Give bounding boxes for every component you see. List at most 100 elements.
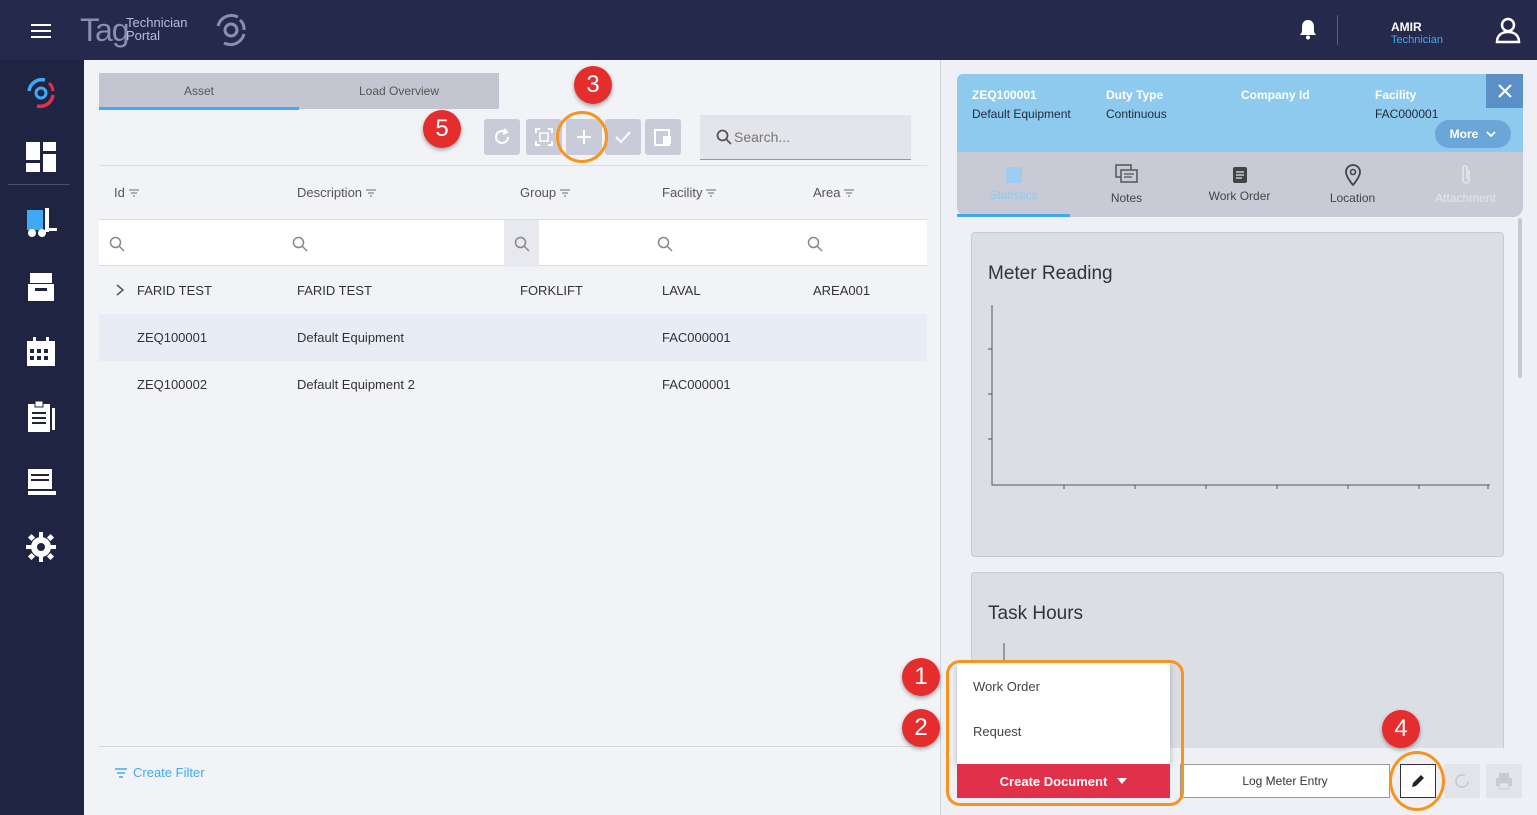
user-name: AMIR bbox=[1391, 20, 1422, 34]
highlight-add-button bbox=[556, 111, 608, 163]
column-header-group[interactable]: Group bbox=[520, 185, 571, 200]
highlight-create-document bbox=[946, 660, 1184, 806]
statistics-icon bbox=[1005, 167, 1022, 183]
column-filter-icon bbox=[366, 188, 377, 197]
cell-area: AREA001 bbox=[813, 283, 871, 298]
work-order-icon bbox=[1232, 167, 1247, 183]
detail-field-label: Company Id bbox=[1241, 88, 1310, 102]
search-icon bbox=[109, 236, 125, 252]
column-header-id[interactable]: Id bbox=[114, 185, 139, 200]
more-button[interactable]: More bbox=[1435, 120, 1511, 148]
sidebar-reports-icon[interactable] bbox=[22, 463, 60, 501]
cell-facility: FAC000001 bbox=[662, 377, 731, 392]
create-filter-link[interactable]: Create Filter bbox=[115, 765, 205, 780]
user-role: Technician bbox=[1391, 34, 1443, 46]
annotation-badge-5: 5 bbox=[423, 110, 461, 148]
annotation-badge-3: 3 bbox=[574, 66, 612, 104]
table-row-selected[interactable]: ZEQ100001 Default Equipment FAC000001 bbox=[99, 314, 927, 361]
highlight-edit-button bbox=[1389, 751, 1445, 811]
sidebar-divider bbox=[8, 184, 70, 185]
tab-location[interactable]: Location bbox=[1296, 152, 1409, 217]
location-icon bbox=[1344, 164, 1361, 186]
tab-work-order[interactable]: Work Order bbox=[1183, 152, 1296, 217]
column-filter-icon bbox=[706, 188, 717, 197]
detail-field-label: Duty Type bbox=[1106, 88, 1164, 102]
tab-notes[interactable]: Notes bbox=[1070, 152, 1183, 217]
log-meter-entry-button[interactable]: Log Meter Entry bbox=[1180, 764, 1390, 798]
footer-divider bbox=[99, 746, 927, 747]
logo-swirl-icon bbox=[216, 13, 246, 47]
cell-facility: LAVAL bbox=[662, 283, 701, 298]
sync-button[interactable] bbox=[1444, 764, 1480, 798]
confirm-button[interactable] bbox=[605, 119, 641, 155]
column-filter-icon bbox=[128, 188, 139, 197]
close-detail-button[interactable] bbox=[1486, 74, 1523, 108]
sidebar-inbox-icon[interactable] bbox=[22, 268, 60, 306]
filter-description-input[interactable] bbox=[282, 220, 504, 267]
filter-icon bbox=[115, 767, 127, 778]
column-header-facility[interactable]: Facility bbox=[662, 185, 717, 200]
sidebar-calendar-icon[interactable] bbox=[22, 333, 60, 371]
notification-bell-icon[interactable] bbox=[1298, 18, 1318, 40]
sidebar-dashboard-icon[interactable] bbox=[22, 138, 60, 176]
meter-reading-chart bbox=[988, 305, 1490, 489]
sidebar-logo-icon[interactable] bbox=[22, 74, 60, 112]
table-row[interactable]: FARID TEST FARID TEST FORKLIFT LAVAL ARE… bbox=[99, 267, 927, 314]
create-filter-label: Create Filter bbox=[133, 765, 205, 780]
detail-field-value: FAC000001 bbox=[1375, 107, 1439, 121]
sync-icon bbox=[1455, 774, 1469, 788]
filter-facility-input[interactable] bbox=[647, 220, 797, 267]
detail-field-value: Default Equipment bbox=[972, 107, 1071, 121]
topbar-divider bbox=[1337, 15, 1338, 45]
search-icon bbox=[657, 236, 673, 252]
filter-id-input[interactable] bbox=[99, 220, 282, 267]
tab-asset[interactable]: Asset bbox=[99, 73, 299, 110]
search-box bbox=[700, 115, 911, 160]
tab-attachment[interactable]: Attachment bbox=[1409, 152, 1522, 217]
filter-group-input[interactable] bbox=[504, 220, 539, 267]
search-icon bbox=[514, 236, 530, 252]
logo-subtitle: Technician Portal bbox=[126, 16, 187, 42]
column-header-label: Facility bbox=[662, 185, 703, 200]
sidebar-checklist-icon[interactable] bbox=[22, 398, 60, 436]
detail-field-label: ZEQ100001 bbox=[972, 88, 1037, 102]
cell-group: FORKLIFT bbox=[520, 283, 583, 298]
refresh-button[interactable] bbox=[484, 119, 520, 155]
cell-description: Default Equipment bbox=[297, 330, 404, 345]
column-filter-icon bbox=[560, 188, 571, 197]
chevron-right-icon[interactable] bbox=[115, 284, 125, 296]
cell-facility: FAC000001 bbox=[662, 330, 731, 345]
export-button[interactable] bbox=[645, 119, 681, 155]
printer-icon bbox=[1496, 773, 1512, 790]
chevron-down-icon bbox=[1486, 130, 1496, 137]
column-header-label: Description bbox=[297, 185, 363, 200]
detail-tabs: Statistics Notes Work Order Location Att… bbox=[957, 152, 1523, 217]
filter-area-input[interactable] bbox=[797, 220, 927, 267]
column-header-area[interactable]: Area bbox=[813, 185, 855, 200]
column-filter-icon bbox=[844, 188, 855, 197]
tab-statistics[interactable]: Statistics bbox=[957, 152, 1070, 217]
sidebar-settings-gear-icon[interactable] bbox=[22, 528, 60, 566]
tab-label: Location bbox=[1329, 191, 1376, 205]
search-input[interactable] bbox=[734, 123, 904, 151]
column-header-label: Id bbox=[114, 185, 125, 200]
detail-scrollbar[interactable] bbox=[1518, 218, 1522, 378]
card-title: Meter Reading bbox=[988, 263, 1113, 284]
sidebar bbox=[0, 60, 84, 815]
notes-icon bbox=[1114, 164, 1138, 183]
tab-load-overview[interactable]: Load Overview bbox=[299, 73, 499, 109]
table-row[interactable]: ZEQ100002 Default Equipment 2 FAC000001 bbox=[99, 361, 927, 408]
detail-field-value: Continuous bbox=[1106, 107, 1167, 121]
refresh-icon bbox=[495, 128, 509, 144]
sidebar-asset-icon[interactable] bbox=[22, 203, 60, 241]
search-icon bbox=[716, 129, 732, 145]
user-profile-icon[interactable] bbox=[1494, 16, 1522, 44]
column-header-label: Group bbox=[520, 185, 557, 200]
tab-label: Statistics bbox=[989, 188, 1038, 202]
print-button[interactable] bbox=[1486, 764, 1522, 798]
column-header-description[interactable]: Description bbox=[297, 185, 377, 200]
column-header-label: Area bbox=[813, 185, 841, 200]
table-header: Id Description Group Facility Area bbox=[99, 165, 927, 219]
task-hours-chart bbox=[1003, 643, 1005, 661]
hamburger-menu-icon[interactable] bbox=[31, 24, 51, 38]
